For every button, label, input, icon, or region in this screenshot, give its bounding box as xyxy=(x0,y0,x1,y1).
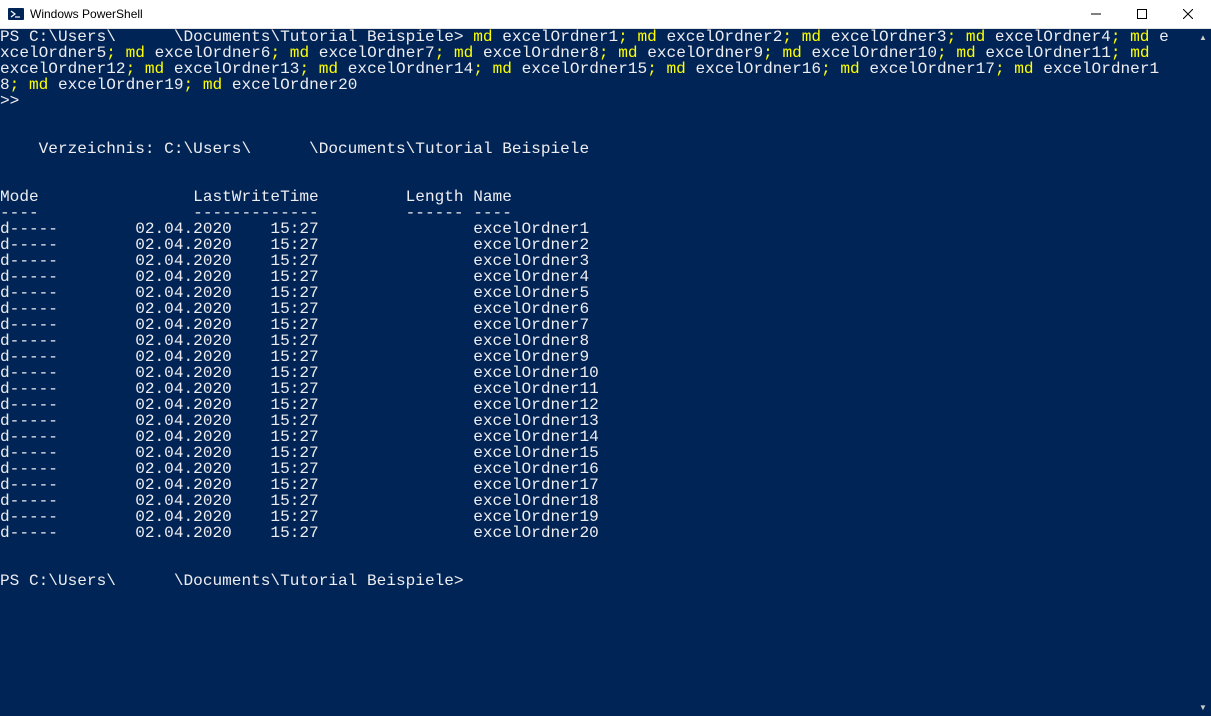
console-area[interactable]: PS C:\Users\ \Documents\Tutorial Beispie… xyxy=(0,29,1211,716)
scroll-up-arrow[interactable]: ▲ xyxy=(1195,29,1211,46)
window-title: Windows PowerShell xyxy=(30,7,143,21)
scroll-down-arrow[interactable]: ▼ xyxy=(1195,699,1211,716)
vertical-scrollbar[interactable]: ▲ ▼ xyxy=(1195,29,1211,716)
powershell-icon xyxy=(8,6,24,22)
window-titlebar: Windows PowerShell xyxy=(0,0,1211,29)
close-button[interactable] xyxy=(1165,0,1211,29)
minimize-button[interactable] xyxy=(1073,0,1119,29)
scroll-track[interactable] xyxy=(1195,46,1211,699)
maximize-button[interactable] xyxy=(1119,0,1165,29)
terminal-output[interactable]: PS C:\Users\ \Documents\Tutorial Beispie… xyxy=(0,29,1195,716)
